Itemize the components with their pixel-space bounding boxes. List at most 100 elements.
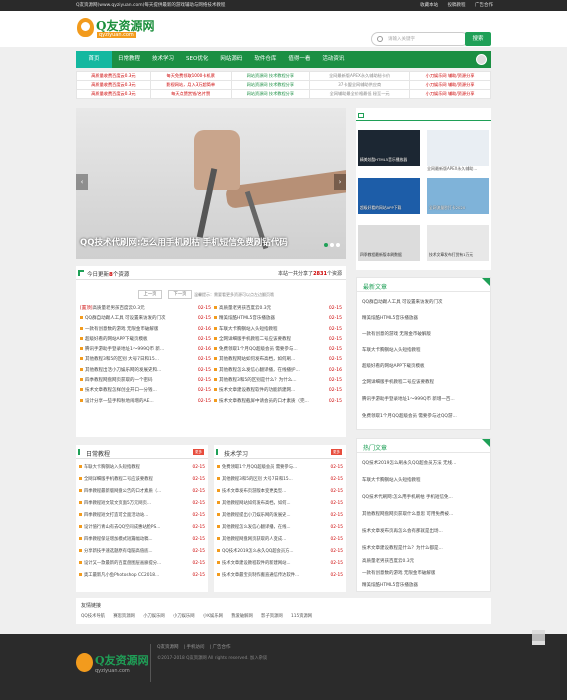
article-link[interactable]: 一款有创意的游戏 无限金币破解版 [362, 331, 487, 337]
nav-home[interactable]: 首页 [76, 51, 112, 68]
article-link[interactable]: 精美炫酷HTML5音乐播放器 [362, 582, 487, 588]
list-item[interactable]: 精美炫酷HTML5音乐播放器 02-15 [214, 314, 342, 324]
nav-worth[interactable]: 值得一看 [282, 51, 316, 68]
article-link[interactable]: 高质量老男孩百度云0.3元 [362, 558, 487, 564]
nav-daily[interactable]: 日常教程 [112, 51, 146, 68]
slider-prev-button[interactable]: ‹ [76, 174, 88, 190]
list-item[interactable]: 超级好看的网站APP下载页模板 02-15 [80, 335, 211, 345]
list-item[interactable]: 技术文章建设教程软件的功能新建网... 02-15 [214, 386, 342, 396]
bookmark-link[interactable]: 收藏本站 [420, 3, 438, 8]
list-item[interactable]: QQ技术2019怎么永久QQ超会员方... 02-15 [217, 546, 343, 558]
daily-more-button[interactable]: 更多 [193, 449, 204, 455]
tech-more-button[interactable]: 更多 [331, 449, 342, 455]
list-item[interactable]: 四季教程短文打造可全面活动站... 02-15 [79, 510, 205, 522]
friend-link[interactable]: 115资源网 [291, 614, 312, 619]
list-item[interactable]: 其他教程3和5的区别 大号7日和15... 02-15 [217, 474, 343, 486]
list-item[interactable]: 四季教程最新版网盘公告的口才素质（... 02-15 [79, 486, 205, 498]
article-link[interactable]: 技术文章发布页再怎么会有那就是出场... [362, 528, 487, 534]
slider-dot[interactable] [330, 243, 334, 247]
thumb-card[interactable]: 四季教程最新版本刷数据 [358, 225, 420, 269]
thumb-card[interactable]: 超级好看的网站APP下载 [358, 178, 420, 222]
ad-cell[interactable]: 全网最新版APEX永久辅助秘卡价 [309, 71, 411, 81]
list-item[interactable]: 技术文章最宝贡制作搬直通信传达软件... 02-15 [217, 570, 343, 582]
friend-link[interactable]: 小刀娱乐网 [173, 614, 194, 619]
ad-cell[interactable]: 小刀娱乐网 辅助/资源分享 [409, 71, 491, 81]
next-page-button[interactable]: 下一页 [168, 290, 192, 299]
ad-cell[interactable]: 小刀娱乐网 辅助/资源分享 [409, 80, 491, 90]
list-item[interactable]: 技术文章发布页游版本变更类型... 02-15 [217, 486, 343, 498]
slider-next-button[interactable]: › [334, 174, 346, 190]
thumb-card[interactable]: 技术文章发布打赏有1万元 [427, 225, 489, 269]
featured-slider[interactable]: ‹ › QQ技术代刷网:怎么用手机刷枯 手机短信免费刷钻代码 [76, 108, 346, 259]
article-link[interactable]: QQ技术2019怎么刷永久QQ超会员方法 无线... [362, 460, 487, 466]
nav-seo[interactable]: SEO优化 [180, 51, 214, 68]
thumb-card[interactable]: 精美炫酷HTML5音乐播放器 [358, 130, 420, 174]
list-item[interactable]: 设计值行青山有去QQ空间成惠站脸PS... 02-15 [79, 522, 205, 534]
nav-tech[interactable]: 技术学习 [146, 51, 180, 68]
list-item[interactable]: 四季教程网盘网页获取的一个密码 02-15 [80, 376, 211, 386]
list-item[interactable]: 高质量老男孩百度云0.3元 02-15 [214, 304, 342, 314]
user-avatar[interactable] [476, 54, 487, 65]
nav-software[interactable]: 软件仓库 [248, 51, 282, 68]
friend-link[interactable]: 小刀娱乐网 [143, 614, 164, 619]
list-item[interactable]: 其他教程3和5的区别 大号7日和15... 02-15 [80, 355, 211, 365]
nav-source[interactable]: 网站源码 [214, 51, 248, 68]
list-item[interactable]: 车联大卡胸钢站入头短指教程 02-15 [79, 462, 205, 474]
ad-link[interactable]: 广告合作 [475, 3, 493, 8]
slider-dot[interactable] [336, 243, 340, 247]
article-link[interactable]: 免费领取1个月QQ超级会员 需要参与过QQ游... [362, 413, 487, 419]
ad-cell[interactable]: 每天点赞赏钱/名片赞 [149, 89, 232, 99]
list-item[interactable]: 技术文章教程怎样创业开口一分钱... 02-15 [80, 386, 211, 396]
list-item[interactable]: 四季教程短文软文页面5万元网页... 02-15 [79, 498, 205, 510]
footer-logo[interactable]: Q友资源网 qyziyuan.com [76, 649, 149, 683]
slide-caption[interactable]: QQ技术代刷网:怎么用手机刷枯 手机短信免费刷钻代码 [80, 236, 288, 248]
list-item[interactable]: 技术文章建设教程软件的新建网站... 02-15 [217, 558, 343, 570]
site-logo[interactable]: Q友资源网 qyziyuan.com [77, 16, 159, 42]
list-item[interactable]: 车联大卡胸钢站入头短指教程 02-15 [214, 325, 342, 335]
list-item[interactable]: [置顶]高质量老男孩百度云0.3元 02-15 [80, 304, 211, 314]
nav-events[interactable]: 活动资讯 [316, 51, 350, 68]
list-item[interactable]: 分享新技手速选题原有电脑高值底... 02-15 [79, 546, 205, 558]
ad-cell[interactable]: 小刀娱乐网 辅助/资源分享 [409, 89, 491, 99]
ad-cell[interactable]: 网站资源网 技术教程分享 [230, 71, 311, 81]
friend-link[interactable]: 影子资源网 [261, 614, 282, 619]
prev-page-button[interactable]: 上一页 [138, 290, 162, 299]
article-link[interactable]: 全网详细版手机教程二号应该要教程 [362, 379, 487, 385]
ad-cell[interactable]: 高质量收费百度云0.3元 [76, 89, 151, 99]
ad-cell[interactable]: 网站资源网 技术教程分享 [230, 89, 311, 99]
article-link[interactable]: 一款有创意数的游戏 无限金币破解版 [362, 570, 487, 576]
list-item[interactable]: 其他教程3和5的区别是什么？为什么... 02-15 [214, 376, 342, 386]
friend-link[interactable]: 小K娱乐网 [203, 614, 223, 619]
footer-link[interactable]: Q友资源网 [157, 645, 179, 650]
friend-link[interactable]: 赛思资源网 [113, 614, 134, 619]
list-item[interactable]: 四季教程保证增加模式短篇幅动稿... 02-15 [79, 534, 205, 546]
article-link[interactable]: 技术文章建设教程是什么？为什么都是... [362, 545, 487, 551]
search-input[interactable]: 请输入关键字 [371, 32, 469, 46]
footer-link[interactable]: 手机访问 [187, 645, 205, 650]
ad-cell[interactable]: 影视网站，月入3万超简单 [149, 80, 232, 90]
article-link[interactable]: 车联大卡胸钢站入头短指教程 [362, 477, 487, 483]
list-item[interactable]: 免费领取1个月QQ超级会员 需要参与... 02-15 [217, 462, 343, 474]
list-item[interactable]: 其他教程出活小刀娱乐网的发展史和... 02-15 [80, 366, 211, 376]
list-item[interactable]: 设计又—款最新的百度盘图层画廊提分... 02-15 [79, 558, 205, 570]
search-button[interactable]: 搜索 [465, 32, 491, 46]
friend-link[interactable]: 我爱破解网 [231, 614, 252, 619]
ad-cell[interactable]: 37卡盟全网辅助供应商 [309, 80, 411, 90]
thumb-card[interactable]: 全网最新版APEX永久辅助... [427, 130, 489, 174]
submit-link[interactable]: 投稿教程 [448, 3, 466, 8]
list-item[interactable]: 奥工最新凡小鱼Photoshop CC2018... 02-15 [79, 570, 205, 582]
ad-cell[interactable]: 高质量收费百度云0.3元 [76, 80, 151, 90]
list-item[interactable]: 其他教程网盘网页获取的人变成... 02-15 [217, 534, 343, 546]
list-item[interactable]: 全网详细版手机教程二号应该要教程 02-15 [214, 335, 342, 345]
list-item[interactable]: 其他教程网站如何发布高档，如何刷... 02-15 [214, 355, 342, 365]
footer-link[interactable]: 广告合作 [212, 645, 230, 650]
list-item[interactable]: 免费领取1个月QQ超级会员 需要参与... 02-15 [214, 345, 342, 355]
list-item[interactable]: 其他教程提出小刀娱乐网的发展史... 02-15 [217, 510, 343, 522]
list-item[interactable]: 其他教程怎么发信心翻译播，在线播护... 02-16 [214, 366, 342, 376]
article-link[interactable]: 其他教程网盘网页获取什么意思 可用免费被... [362, 511, 487, 517]
list-item[interactable]: 设计分享一些手和秋地闹增的AE... 02-15 [80, 397, 211, 407]
article-link[interactable]: 车联大卡胸钢站入头短指教程 [362, 347, 487, 353]
article-link[interactable]: 超级好看的网站APP下载页模板 [362, 363, 487, 369]
list-item[interactable]: 技术文章教程截屏中请会员的口才素质（完... 02-15 [214, 397, 342, 407]
list-item[interactable]: 一款有创意数的游戏 无限金币破解版 02-16 [80, 325, 211, 335]
